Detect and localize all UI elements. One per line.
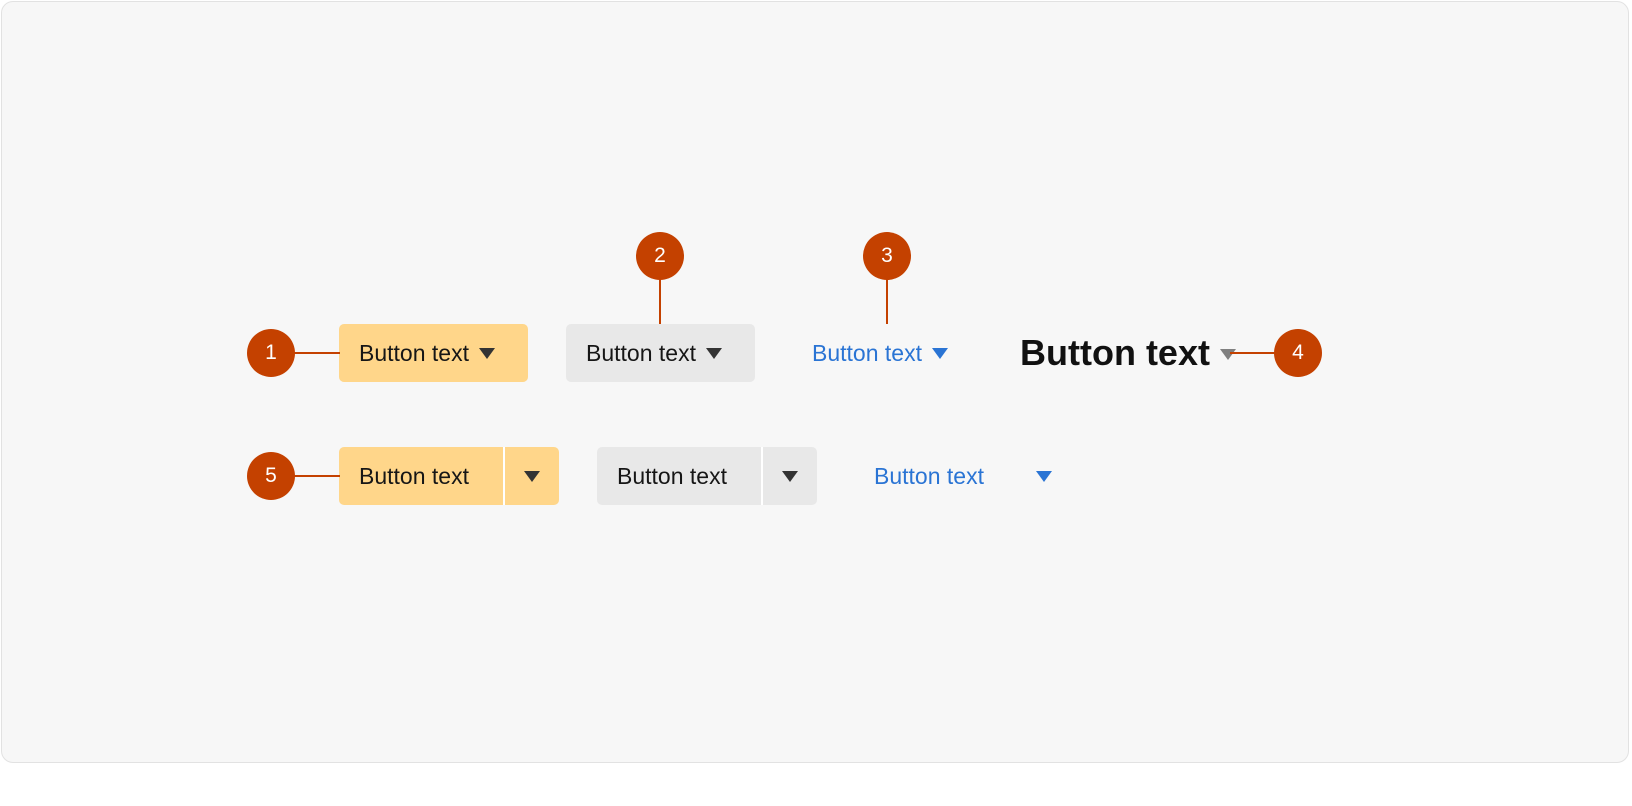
callout-badge-3: 3 xyxy=(863,232,911,280)
button-label: Button text xyxy=(1020,332,1210,373)
callout-badge-1: 1 xyxy=(247,329,295,377)
component-canvas: Button text Button text Button text Butt… xyxy=(1,1,1629,763)
secondary-dropdown-button[interactable]: Button text xyxy=(566,324,755,382)
split-main-action[interactable]: Button text xyxy=(874,447,1024,505)
caret-down-icon xyxy=(1036,470,1052,482)
button-label: Button text xyxy=(359,339,469,366)
caret-down-icon xyxy=(524,470,540,482)
split-caret-toggle[interactable] xyxy=(503,447,559,505)
split-caret-toggle[interactable] xyxy=(761,447,817,505)
button-label: Button text xyxy=(812,339,922,366)
button-label: Button text xyxy=(617,462,727,489)
caret-down-icon xyxy=(782,470,798,482)
callout-badge-2: 2 xyxy=(636,232,684,280)
callout-badge-5: 5 xyxy=(247,452,295,500)
caret-down-icon xyxy=(478,347,495,359)
primary-dropdown-button[interactable]: Button text xyxy=(339,324,528,382)
callout-connector xyxy=(659,278,661,324)
secondary-split-button: Button text xyxy=(597,447,817,505)
link-split-button: Button text xyxy=(874,447,1064,505)
heading-dropdown-button[interactable]: Button text xyxy=(1020,324,1236,382)
callout-badge-4: 4 xyxy=(1274,329,1322,377)
caret-down-icon xyxy=(931,347,948,359)
split-main-action[interactable]: Button text xyxy=(339,447,503,505)
link-dropdown-button[interactable]: Button text xyxy=(812,324,972,382)
button-label: Button text xyxy=(874,462,984,489)
callout-connector xyxy=(886,278,888,324)
button-label: Button text xyxy=(586,339,696,366)
callout-connector xyxy=(292,352,340,354)
callout-connector xyxy=(1230,352,1278,354)
caret-down-icon xyxy=(1219,348,1236,360)
split-main-action[interactable]: Button text xyxy=(597,447,761,505)
callout-connector xyxy=(292,475,340,477)
caret-down-icon xyxy=(705,347,722,359)
button-label: Button text xyxy=(359,462,469,489)
split-caret-toggle[interactable] xyxy=(1024,447,1064,505)
primary-split-button: Button text xyxy=(339,447,559,505)
